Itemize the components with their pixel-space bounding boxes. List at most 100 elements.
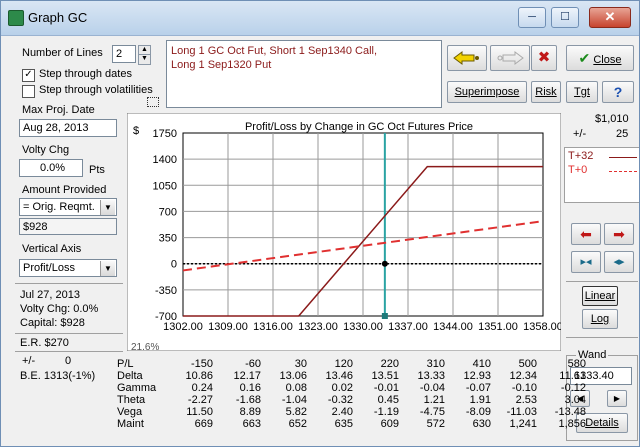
volty-chg-input[interactable]: 0.0% bbox=[19, 159, 83, 177]
table-cell: 630 bbox=[472, 418, 491, 430]
table-row: Maint 669 663 652 635 609 572 630 1,241 1,856 bbox=[117, 418, 586, 430]
table-row: Gamma 0.24 0.16 0.08 0.02 -0.01 -0.04 -0.07 -0.1… bbox=[117, 382, 586, 394]
row-label: Maint bbox=[117, 418, 144, 430]
arrow-left-icon bbox=[453, 51, 479, 65]
table-cell: 0.02 bbox=[331, 382, 353, 394]
arrow-left-button[interactable] bbox=[447, 45, 487, 71]
table-cell: 410 bbox=[472, 358, 491, 370]
zoom-out-button[interactable]: ◂▸ bbox=[604, 251, 634, 273]
red-right-arrow-icon: ➡ bbox=[613, 226, 625, 242]
close-button[interactable]: ✔ Close bbox=[566, 45, 634, 71]
step-dates-checkbox[interactable]: ✓ bbox=[22, 69, 35, 82]
help-button[interactable]: ? bbox=[602, 81, 634, 103]
linear-button[interactable]: Linear bbox=[582, 286, 618, 306]
table-cell: 572 bbox=[426, 418, 445, 430]
compress-arrows-icon: ▸◂ bbox=[580, 256, 592, 268]
max-proj-date-label: Max Proj. Date bbox=[22, 104, 95, 116]
pan-right-button[interactable]: ➡ bbox=[604, 223, 634, 245]
number-of-lines-input[interactable]: 2 bbox=[112, 45, 136, 63]
window-close-button[interactable]: ✕ bbox=[589, 7, 631, 28]
table-cell: 13.06 bbox=[279, 370, 307, 382]
divider bbox=[15, 333, 123, 334]
er-value: E.R. $270 bbox=[20, 337, 69, 349]
row-label: Theta bbox=[117, 394, 146, 406]
break-even: B.E. 1313(-1%) bbox=[20, 370, 96, 382]
row-label: Vega bbox=[117, 406, 143, 418]
log-label: Log bbox=[590, 313, 610, 325]
table-cell: -0.32 bbox=[327, 394, 353, 406]
table-cell: 10.86 bbox=[185, 370, 213, 382]
wand-point bbox=[381, 260, 388, 267]
step-vols-checkbox[interactable] bbox=[22, 85, 35, 98]
table-cell: -0.12 bbox=[560, 382, 586, 394]
volty-chg-label: Volty Chg bbox=[22, 144, 70, 156]
table-cell: 30 bbox=[294, 358, 307, 370]
wand-handle bbox=[381, 313, 388, 319]
position-description[interactable]: Long 1 GC Oct Fut, Short 1 Sep1340 Call,… bbox=[166, 40, 442, 108]
minimize-button[interactable]: ─ bbox=[518, 7, 546, 28]
x-tick-label: 1351.00 bbox=[478, 321, 518, 333]
table-cell: 3.04 bbox=[564, 394, 586, 406]
table-cell: 12.34 bbox=[509, 370, 537, 382]
x-tick-label: 1316.00 bbox=[253, 321, 293, 333]
amount-value: $928 bbox=[19, 218, 117, 235]
table-cell: 12.93 bbox=[463, 370, 491, 382]
step-dates-label: Step through dates bbox=[39, 68, 132, 80]
table-cell: 669 bbox=[194, 418, 213, 430]
amount-provided-select[interactable]: = Orig. Reqmt. ▼ bbox=[19, 198, 117, 216]
table-cell: -4.75 bbox=[419, 406, 445, 418]
table-cell: -8.09 bbox=[465, 406, 491, 418]
table-row: Delta 10.86 12.17 13.06 13.46 13.51 13.33 12.93… bbox=[117, 370, 586, 382]
table-cell: -0.01 bbox=[373, 382, 399, 394]
vertical-axis-value: Profit/Loss bbox=[23, 262, 75, 274]
tgt-button[interactable]: Tgt bbox=[566, 81, 598, 103]
table-cell: 500 bbox=[518, 358, 537, 370]
table-cell: 13.51 bbox=[371, 370, 399, 382]
pm-label: +/- bbox=[22, 355, 36, 367]
red-left-arrow-icon: ⬅ bbox=[580, 226, 592, 242]
y-tick-label: 0 bbox=[171, 259, 177, 271]
row-label: Delta bbox=[117, 370, 143, 382]
chevron-down-icon[interactable]: ▼ bbox=[100, 200, 115, 215]
table-row: Vega 11.50 8.89 5.82 2.40 -1.19 -4.75 -8.09 -11.… bbox=[117, 406, 586, 418]
amount-provided-value: = Orig. Reqmt. bbox=[23, 201, 95, 213]
table-cell: 13.33 bbox=[417, 370, 445, 382]
profit-loss-chart[interactable]: Profit/Loss by Change in GC Oct Futures … bbox=[127, 113, 561, 351]
superimpose-label: Superimpose bbox=[454, 86, 520, 98]
table-cell: 0.08 bbox=[285, 382, 307, 394]
row-label: P/L bbox=[117, 358, 134, 370]
x-tick-label: 1323.00 bbox=[298, 321, 338, 333]
risk-button[interactable]: Risk bbox=[531, 81, 561, 103]
resize-grip-icon[interactable] bbox=[147, 97, 159, 107]
pan-left-button[interactable]: ⬅ bbox=[571, 223, 601, 245]
greeks-body: P/L -150 -60 30 120 220 310 410 500 580 Delta 10.86… bbox=[117, 358, 586, 430]
vertical-axis-select[interactable]: Profit/Loss ▼ bbox=[19, 259, 117, 277]
maximize-button[interactable]: ☐ bbox=[551, 7, 579, 28]
info-capital: Capital: $928 bbox=[20, 317, 85, 329]
arrow-right-button[interactable] bbox=[490, 45, 530, 71]
table-cell: 0.45 bbox=[377, 394, 399, 406]
wand-right-button[interactable]: ▶ bbox=[607, 390, 627, 407]
table-cell: 220 bbox=[380, 358, 399, 370]
zoom-in-button[interactable]: ▸◂ bbox=[571, 251, 601, 273]
greeks-table: P/L -150 -60 30 120 220 310 410 500 580 Delta 10.86… bbox=[117, 358, 586, 430]
spin-down-icon[interactable]: ▼ bbox=[138, 54, 151, 65]
info-volty: Volty Chg: 0.0% bbox=[20, 303, 99, 315]
y-tick-label: -350 bbox=[155, 285, 177, 297]
table-cell: -60 bbox=[245, 358, 261, 370]
log-button[interactable]: Log bbox=[582, 309, 618, 329]
legend-swatch bbox=[609, 171, 637, 172]
title-bar[interactable]: Graph GC ─ ☐ ✕ bbox=[1, 1, 639, 36]
chart-title: Profit/Loss by Change in GC Oct Futures … bbox=[245, 121, 473, 133]
divider bbox=[15, 351, 123, 352]
row-label: Gamma bbox=[117, 382, 157, 394]
superimpose-button[interactable]: Superimpose bbox=[447, 81, 527, 103]
chevron-down-icon[interactable]: ▼ bbox=[100, 261, 115, 276]
vertical-axis-label: Vertical Axis bbox=[22, 243, 82, 255]
max-proj-date-input[interactable]: Aug 28, 2013 bbox=[19, 119, 117, 137]
table-cell: 2.40 bbox=[331, 406, 353, 418]
amount-provided-label: Amount Provided bbox=[22, 184, 107, 196]
table-cell: -0.07 bbox=[465, 382, 491, 394]
table-cell: 635 bbox=[334, 418, 353, 430]
delete-button[interactable]: ✖ bbox=[531, 45, 557, 71]
